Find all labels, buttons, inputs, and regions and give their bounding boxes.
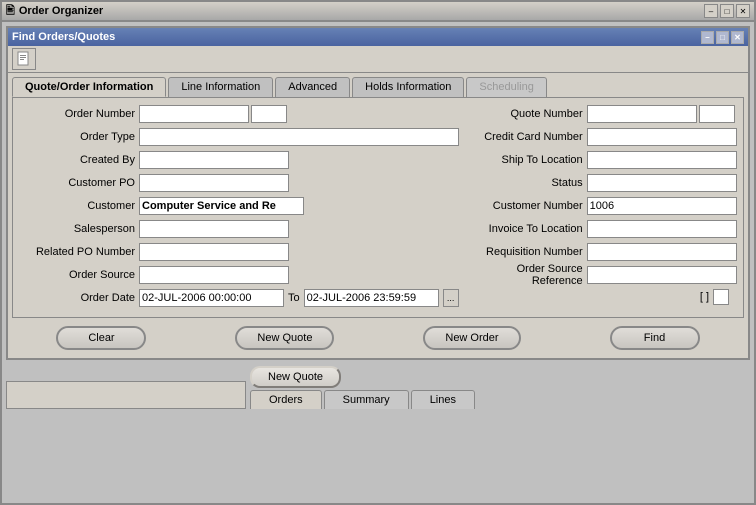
order-source-input[interactable] (139, 266, 289, 284)
maximize-button[interactable]: □ (720, 4, 734, 18)
tab-holds-information[interactable]: Holds Information (352, 77, 464, 97)
created-by-label: Created By (19, 154, 139, 166)
requisition-number-label: Requisition Number (467, 246, 587, 258)
app-icon: 🖹 (6, 2, 15, 21)
new-quote-popup-button[interactable]: New Quote (250, 366, 341, 388)
checkbox-row: [ ] (467, 289, 737, 305)
order-date-row: Order Date To ... (19, 288, 459, 308)
browse-button[interactable]: ... (443, 289, 459, 307)
checkbox[interactable] (713, 289, 729, 305)
window-title: Order Organizer (19, 5, 103, 17)
tabs-row: Quote/Order Information Line Information… (8, 73, 748, 97)
order-number-input[interactable] (139, 105, 249, 123)
form-left: Order Number Order Type (19, 104, 459, 311)
customer-label: Customer (19, 200, 139, 212)
order-source-reference-label: Order Source Reference (467, 263, 587, 287)
tab-quote-order-information[interactable]: Quote/Order Information (12, 77, 166, 97)
status-input[interactable] (587, 174, 737, 192)
form-right: Quote Number Credit Card Number (467, 104, 737, 311)
customer-po-label: Customer PO (19, 177, 139, 189)
credit-card-row: Credit Card Number (467, 127, 737, 147)
bottom-right-section: New Quote Orders Summary Lines (250, 366, 475, 409)
ship-to-label: Ship To Location (467, 154, 587, 166)
order-type-input[interactable] (139, 128, 459, 146)
find-orders-panel: Find Orders/Quotes – □ ✕ (6, 26, 750, 360)
new-order-button[interactable]: New Order (423, 326, 520, 350)
tab-scheduling: Scheduling (466, 77, 546, 97)
quote-number-input[interactable] (587, 105, 697, 123)
order-number-extra-input[interactable] (251, 105, 287, 123)
customer-number-row: Customer Number (467, 196, 737, 216)
invoice-to-input[interactable] (587, 220, 737, 238)
salesperson-label: Salesperson (19, 223, 139, 235)
inner-max-button[interactable]: □ (716, 31, 729, 44)
bracket-label: [ ] (700, 291, 709, 303)
order-date-to-input[interactable] (304, 289, 439, 307)
order-date-from-input[interactable] (139, 289, 284, 307)
order-source-label: Order Source (19, 269, 139, 281)
bottom-tabs-row: Orders Summary Lines (250, 390, 475, 409)
ship-to-input[interactable] (587, 151, 737, 169)
customer-input[interactable] (139, 197, 304, 215)
tab-line-information[interactable]: Line Information (168, 77, 273, 97)
credit-card-input[interactable] (587, 128, 737, 146)
toolbar-icon[interactable] (12, 48, 36, 70)
tab-advanced[interactable]: Advanced (275, 77, 350, 97)
customer-po-input[interactable] (139, 174, 289, 192)
created-by-input[interactable] (139, 151, 289, 169)
order-date-to-label: To (288, 292, 300, 304)
order-source-reference-row: Order Source Reference (467, 265, 737, 285)
quote-number-extra-input[interactable] (699, 105, 735, 123)
btab-lines[interactable]: Lines (411, 390, 475, 409)
order-type-label: Order Type (19, 131, 139, 143)
quote-number-label: Quote Number (467, 108, 587, 120)
inner-panel-title: Find Orders/Quotes (12, 31, 115, 43)
related-po-label: Related PO Number (19, 246, 139, 258)
action-buttons: Clear New Quote New Order Find (8, 318, 748, 358)
inner-min-button[interactable]: – (701, 31, 714, 44)
content-area: Order Number Order Type (12, 97, 744, 318)
related-po-input[interactable] (139, 243, 289, 261)
toolbar (8, 46, 748, 73)
salesperson-row: Salesperson (19, 219, 459, 239)
salesperson-input[interactable] (139, 220, 289, 238)
order-date-label: Order Date (19, 292, 139, 304)
bottom-left-panel (6, 381, 246, 409)
clear-button[interactable]: Clear (56, 326, 146, 350)
minimize-button[interactable]: – (704, 4, 718, 18)
order-source-reference-input[interactable] (587, 266, 737, 284)
status-row: Status (467, 173, 737, 193)
order-type-row: Order Type (19, 127, 459, 147)
requisition-number-row: Requisition Number (467, 242, 737, 262)
quote-number-row: Quote Number (467, 104, 737, 124)
find-button[interactable]: Find (610, 326, 700, 350)
order-number-row: Order Number (19, 104, 459, 124)
invoice-to-row: Invoice To Location (467, 219, 737, 239)
inner-close-button[interactable]: ✕ (731, 31, 744, 44)
created-by-row: Created By (19, 150, 459, 170)
new-quote-button[interactable]: New Quote (235, 326, 334, 350)
btab-orders[interactable]: Orders (250, 390, 322, 409)
related-po-row: Related PO Number (19, 242, 459, 262)
customer-po-row: Customer PO (19, 173, 459, 193)
customer-number-label: Customer Number (467, 200, 587, 212)
credit-card-label: Credit Card Number (467, 131, 587, 143)
btab-summary[interactable]: Summary (324, 390, 409, 409)
invoice-to-label: Invoice To Location (467, 223, 587, 235)
inner-title-bar: Find Orders/Quotes – □ ✕ (8, 28, 748, 46)
status-label: Status (467, 177, 587, 189)
close-button[interactable]: ✕ (736, 4, 750, 18)
main-window: Find Orders/Quotes – □ ✕ (0, 20, 756, 505)
title-bar: 🖹 Order Organizer – □ ✕ (0, 0, 756, 20)
order-number-label: Order Number (19, 108, 139, 120)
order-source-row: Order Source (19, 265, 459, 285)
requisition-number-input[interactable] (587, 243, 737, 261)
customer-row: Customer (19, 196, 459, 216)
ship-to-row: Ship To Location (467, 150, 737, 170)
customer-number-input[interactable] (587, 197, 737, 215)
